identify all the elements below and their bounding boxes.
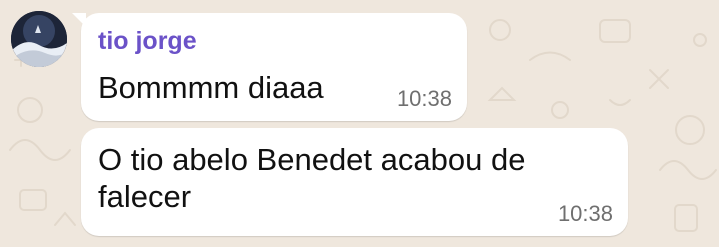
message-timestamp: 10:38 [557, 201, 613, 226]
message-bubble-incoming-1[interactable]: tio jorge Bommmm diaaa 10:38 [72, 13, 467, 121]
message-text: Bommmm diaaa [98, 70, 324, 105]
message-bubble-incoming-2[interactable]: O tio abelo Benedet acabou de falecer 10… [81, 128, 628, 236]
bubble-tail [72, 13, 86, 27]
message-text: O tio abelo Benedet acabou de falecer [98, 142, 526, 214]
sender-name[interactable]: tio jorge [98, 27, 197, 56]
message-timestamp: 10:38 [396, 86, 452, 111]
contact-avatar-icon [11, 11, 67, 67]
avatar[interactable] [11, 11, 67, 67]
